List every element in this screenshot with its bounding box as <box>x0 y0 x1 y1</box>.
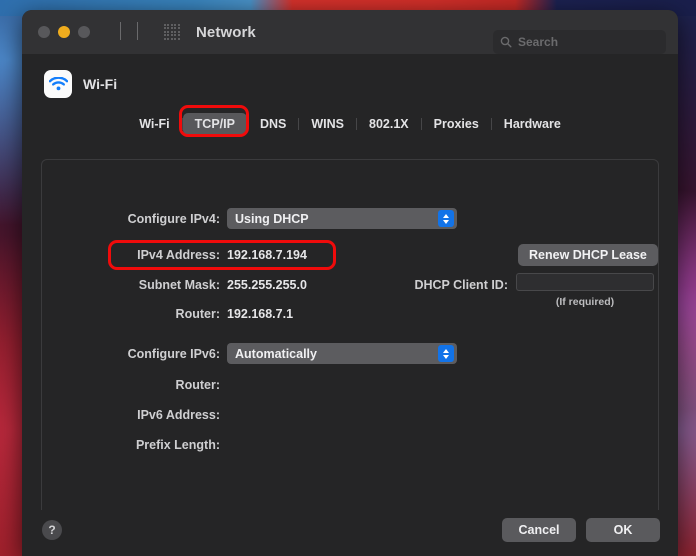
configure-ipv6-value: Automatically <box>235 346 317 361</box>
search-icon <box>500 36 512 48</box>
dhcp-client-id-label-row: DHCP Client ID: <box>372 278 508 292</box>
search-input[interactable]: Search <box>493 30 666 54</box>
subnet-mask-value-row: 255.255.255.0 <box>227 278 307 292</box>
ipv6-address-label-row: IPv6 Address: <box>42 408 220 422</box>
window-footer: ? Cancel OK <box>22 510 678 556</box>
help-button[interactable]: ? <box>42 520 62 540</box>
page-title: Network <box>196 23 256 41</box>
ipv4-address-value-row: 192.168.7.194 <box>227 248 307 262</box>
tab-hardware[interactable]: Hardware <box>492 113 573 135</box>
tcpip-settings-panel: Configure IPv4: Using DHCP IPv4 Address:… <box>41 159 659 526</box>
configure-ipv6-label-row: Configure IPv6: <box>42 347 220 361</box>
configure-ipv4-value: Using DHCP <box>235 211 309 226</box>
ipv4-address-value: 192.168.7.194 <box>227 248 307 262</box>
configure-ipv4-label: Configure IPv4: <box>127 212 220 226</box>
subnet-mask-value: 255.255.255.0 <box>227 278 307 292</box>
prefix-length-label-row: Prefix Length: <box>42 438 220 452</box>
network-preferences-window: Network Search Wi-Fi Wi-Fi TCP/IP DNS WI… <box>22 10 678 556</box>
tab-wins[interactable]: WINS <box>299 113 356 135</box>
ipv6-address-label: IPv6 Address: <box>137 408 220 422</box>
tab-bar: Wi-Fi TCP/IP DNS WINS 802.1X Proxies Har… <box>22 105 678 137</box>
tab-dns[interactable]: DNS <box>248 113 298 135</box>
tab-tcpip[interactable]: TCP/IP <box>182 113 247 135</box>
minimize-button[interactable] <box>58 26 70 38</box>
dhcp-client-id-label: DHCP Client ID: <box>414 278 508 292</box>
dhcp-client-id-hint: (If required) <box>555 296 615 308</box>
service-name: Wi-Fi <box>83 76 118 92</box>
tab-proxies[interactable]: Proxies <box>422 113 491 135</box>
configure-ipv4-label-row: Configure IPv4: <box>42 212 220 226</box>
ipv4-router-value: 192.168.7.1 <box>227 307 294 321</box>
tab-8021x[interactable]: 802.1X <box>357 113 421 135</box>
footer-actions: Cancel OK <box>502 518 660 542</box>
renew-dhcp-lease-button[interactable]: Renew DHCP Lease <box>518 244 658 266</box>
ipv6-router-label: Router: <box>175 378 220 392</box>
desktop-background: Network Search Wi-Fi Wi-Fi TCP/IP DNS WI… <box>0 0 696 556</box>
ipv4-address-label: IPv4 Address: <box>137 248 220 262</box>
ipv4-router-label-row: Router: <box>42 307 220 321</box>
window-body: Wi-Fi Wi-Fi TCP/IP DNS WINS 802.1X Proxi… <box>22 54 678 556</box>
stepper-icon <box>438 210 454 227</box>
subnet-mask-label-row: Subnet Mask: <box>42 278 220 292</box>
forward-button[interactable] <box>137 22 138 41</box>
ok-button[interactable]: OK <box>586 518 660 542</box>
ipv4-address-label-row: IPv4 Address: <box>42 248 220 262</box>
zoom-button[interactable] <box>78 26 90 38</box>
ipv4-router-value-row: 192.168.7.1 <box>227 307 293 321</box>
tab-wifi[interactable]: Wi-Fi <box>127 113 181 135</box>
cancel-button[interactable]: Cancel <box>502 518 576 542</box>
wifi-icon <box>44 70 72 98</box>
navigation-arrows <box>120 22 138 41</box>
configure-ipv6-select[interactable]: Automatically <box>227 343 457 364</box>
stepper-icon <box>438 345 454 362</box>
ipv6-router-label-row: Router: <box>42 378 220 392</box>
ipv4-router-label: Router: <box>175 307 220 321</box>
prefix-length-label: Prefix Length: <box>135 438 220 452</box>
configure-ipv4-select[interactable]: Using DHCP <box>227 208 457 229</box>
subnet-mask-label: Subnet Mask: <box>138 278 220 292</box>
configure-ipv6-label: Configure IPv6: <box>127 347 220 361</box>
traffic-lights <box>38 26 90 38</box>
dhcp-client-id-input[interactable] <box>516 273 654 291</box>
window-titlebar: Network Search <box>22 10 678 54</box>
close-button[interactable] <box>38 26 50 38</box>
service-header: Wi-Fi <box>22 54 678 98</box>
grid-apps-icon[interactable] <box>164 24 180 40</box>
back-button[interactable] <box>120 22 121 41</box>
search-placeholder: Search <box>518 35 559 49</box>
